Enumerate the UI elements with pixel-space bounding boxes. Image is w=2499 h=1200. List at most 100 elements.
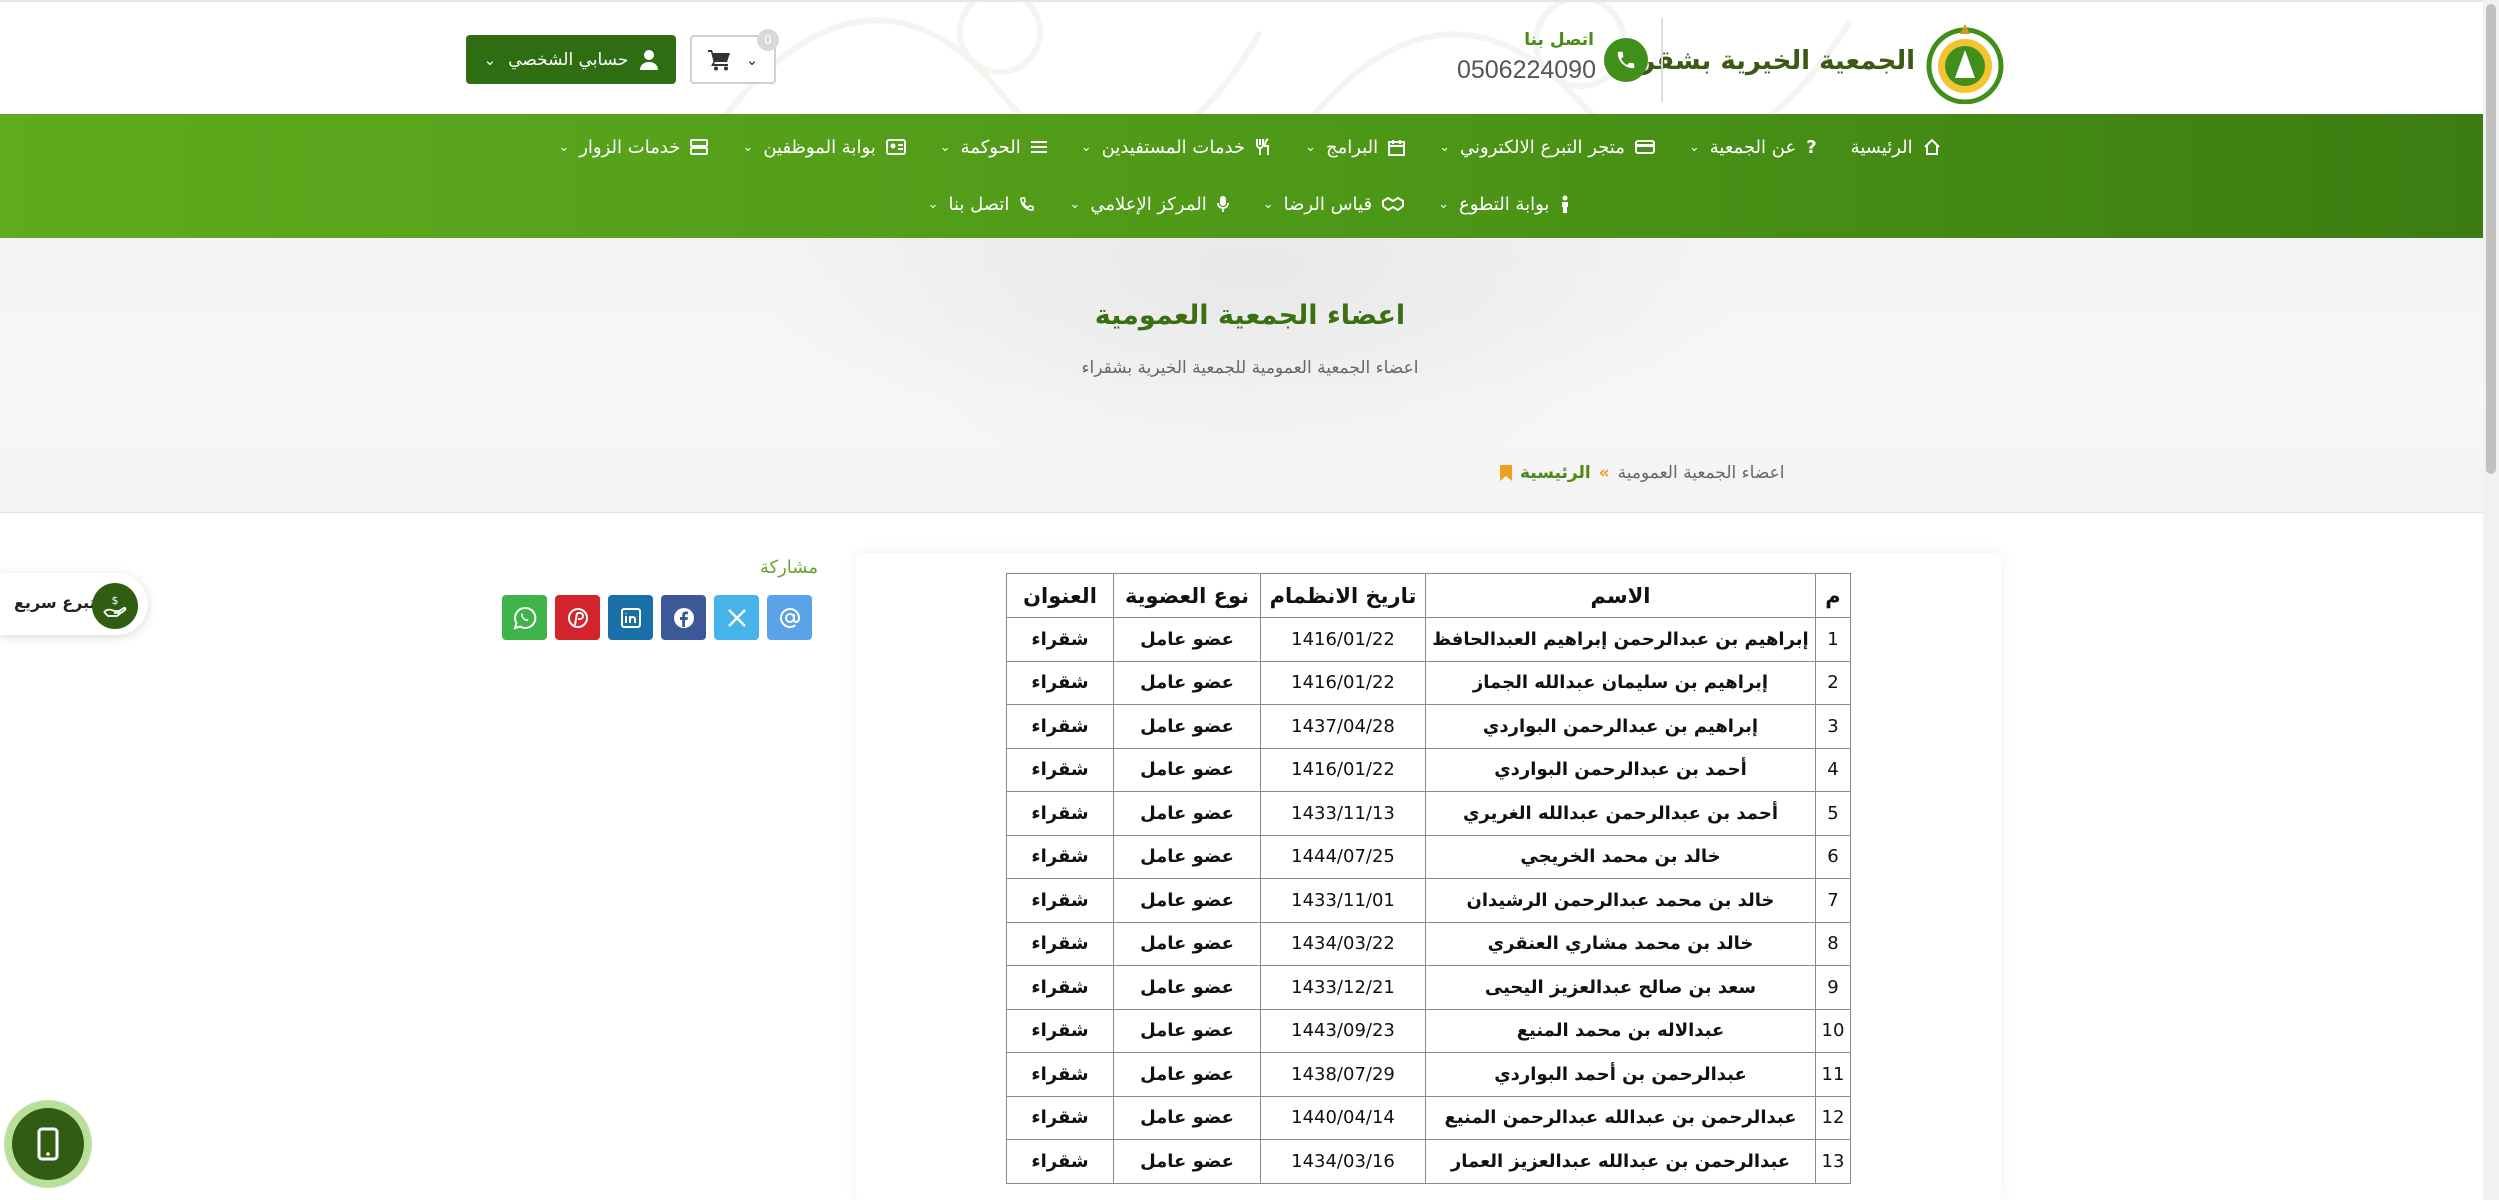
- my-account-button[interactable]: حسابي الشخصي ⌄: [466, 35, 676, 84]
- breadcrumb: الرئيسية » اعضاء الجمعية العمومية: [1500, 463, 2010, 483]
- table-row: 5 أحمد بن عبدالرحمن عبدالله الغريري 1433/1…: [1006, 791, 1851, 836]
- cell-number: 1: [1815, 617, 1851, 662]
- person-icon: [1562, 195, 1569, 213]
- nav-item-beneficiary-services[interactable]: خدمات المستفيدين ⌄: [1081, 137, 1271, 158]
- cart-count-badge: 0: [757, 29, 779, 51]
- nav-label: خدمات المستفيدين: [1101, 136, 1246, 158]
- nav-item-programs[interactable]: البرامج ⌄: [1305, 137, 1406, 158]
- cell-membership-type: عضو عامل: [1113, 747, 1261, 792]
- breadcrumb-home-link[interactable]: الرئيسية: [1520, 463, 1591, 483]
- members-table-body: 1 إبراهيم بن عبدالرحمن إبراهيم العبدالحاف…: [1006, 617, 1851, 1184]
- cell-member-name: إبراهيم بن سليمان عبدالله الجماز: [1425, 660, 1816, 705]
- email-icon[interactable]: [767, 595, 812, 640]
- cell-address: شقراء: [1006, 1095, 1114, 1140]
- contact-phone-number[interactable]: 0506224090: [1440, 56, 1596, 85]
- cell-join-date: 1443/09/23: [1260, 1008, 1426, 1053]
- cell-join-date: 1434/03/22: [1260, 921, 1426, 966]
- table-row: 11 عبدالرحمن بن أحمد البواردي 1438/07/29 عض…: [1006, 1052, 1851, 1097]
- breadcrumb-current: اعضاء الجمعية العمومية: [1617, 463, 1785, 483]
- cell-join-date: 1438/07/29: [1260, 1052, 1426, 1097]
- chevron-down-icon: ⌄: [1262, 196, 1274, 212]
- utensils-icon: [1256, 138, 1270, 155]
- nav-item-donation-store[interactable]: متجر التبرع الالكتروني ⌄: [1439, 137, 1655, 158]
- page-scrollbar[interactable]: [2483, 0, 2499, 1200]
- pinterest-icon[interactable]: [555, 595, 600, 640]
- nav-item-about[interactable]: ? عن الجمعية ⌄: [1689, 137, 1817, 158]
- column-header-number: م: [1815, 573, 1851, 618]
- cell-address: شقراء: [1006, 921, 1114, 966]
- facebook-icon[interactable]: [661, 595, 706, 640]
- header-divider: [1661, 18, 1663, 102]
- cell-number: 11: [1815, 1052, 1851, 1097]
- cell-number: 5: [1815, 791, 1851, 836]
- nav-item-media-center[interactable]: المركز الإعلامي ⌄: [1069, 193, 1229, 215]
- chevron-down-icon: ⌄: [1069, 196, 1081, 212]
- id-card-icon: [885, 139, 906, 155]
- table-row: 8 خالد بن محمد مشاري العنقري 1434/03/22 عضو…: [1006, 921, 1851, 966]
- nav-label: بوابة الموظفين: [763, 136, 876, 158]
- members-table: م الاسم تاريخ الانظمام نوع العضوية العنو…: [1006, 573, 1851, 1184]
- cell-address: شقراء: [1006, 617, 1114, 662]
- mobile-app-button[interactable]: [4, 1100, 92, 1188]
- cell-number: 8: [1815, 921, 1851, 966]
- nav-item-employee-portal[interactable]: بوابة الموظفين ⌄: [742, 136, 906, 158]
- linkedin-icon[interactable]: [608, 595, 653, 640]
- chevron-down-icon: ⌄: [1438, 196, 1449, 212]
- cell-membership-type: عضو عامل: [1113, 1095, 1261, 1140]
- chevron-down-icon: ⌄: [742, 139, 754, 155]
- nav-item-visitor-services[interactable]: خدمات الزوار ⌄: [558, 137, 709, 158]
- nav-label: المركز الإعلامي: [1090, 193, 1207, 215]
- cell-membership-type: عضو عامل: [1113, 965, 1261, 1010]
- cell-membership-type: عضو عامل: [1113, 878, 1261, 923]
- cell-address: شقراء: [1006, 1052, 1114, 1097]
- main-navigation: الرئيسية ? عن الجمعية ⌄ متجر التبرع الال…: [0, 114, 2499, 238]
- column-header-membership-type: نوع العضوية: [1113, 573, 1261, 618]
- nav-item-governance[interactable]: الحوكمة ⌄: [940, 137, 1047, 158]
- donate-hand-icon: $: [92, 583, 138, 629]
- table-row: 12 عبدالرحمن بن عبدالله عبدالرحمن المنيع 1…: [1006, 1095, 1851, 1140]
- credit-card-icon: [1634, 140, 1655, 154]
- chevron-down-icon: ⌄: [1439, 139, 1450, 155]
- phone-icon[interactable]: [1604, 38, 1648, 82]
- page-title: اعضاء الجمعية العمومية: [1094, 300, 1406, 331]
- nav-item-contact-us[interactable]: اتصل بنا ⌄: [928, 194, 1036, 215]
- cell-number: 2: [1815, 660, 1851, 705]
- column-header-join-date: تاريخ الانظمام: [1260, 573, 1426, 618]
- cell-member-name: خالد بن محمد الخريجي: [1425, 834, 1816, 879]
- nav-item-volunteer-portal[interactable]: بوابة التطوع ⌄: [1438, 194, 1571, 215]
- association-logo[interactable]: [1920, 20, 2010, 104]
- cell-membership-type: عضو عامل: [1113, 1052, 1261, 1097]
- cart-icon: [707, 49, 730, 70]
- organization-name[interactable]: الجمعية الخيرية بشقراء: [1618, 46, 1915, 76]
- cell-member-name: أحمد بن عبدالرحمن عبدالله الغريري: [1425, 791, 1816, 836]
- quick-donate-button[interactable]: تبرع سريع $: [0, 573, 148, 635]
- table-row: 1 إبراهيم بن عبدالرحمن إبراهيم العبدالحاف…: [1006, 617, 1851, 662]
- cell-address: شقراء: [1006, 878, 1114, 923]
- column-header-name: الاسم: [1425, 573, 1816, 618]
- x-twitter-icon[interactable]: [714, 595, 759, 640]
- nav-row-1: الرئيسية ? عن الجمعية ⌄ متجر التبرع الال…: [0, 118, 2499, 176]
- cell-number: 12: [1815, 1095, 1851, 1140]
- scrollbar-thumb[interactable]: [2486, 4, 2496, 474]
- cell-address: شقراء: [1006, 747, 1114, 792]
- breadcrumb-separator: »: [1598, 463, 1610, 483]
- cell-join-date: 1437/04/28: [1260, 704, 1426, 749]
- share-label: مشاركة: [759, 557, 818, 578]
- question-icon: ?: [1806, 136, 1817, 158]
- cell-member-name: سعد بن صالح عبدالعزيز اليحيى: [1425, 965, 1816, 1010]
- nav-item-satisfaction[interactable]: قياس الرضا ⌄: [1262, 194, 1405, 215]
- members-content-card: م الاسم تاريخ الانظمام نوع العضوية العنو…: [856, 553, 2001, 1200]
- nav-label: الرئيسية: [1850, 136, 1913, 158]
- cell-number: 6: [1815, 834, 1851, 879]
- table-row: 10 عبدالاله بن محمد المنيع 1443/09/23 عضو ع…: [1006, 1008, 1851, 1053]
- cell-join-date: 1416/01/22: [1260, 617, 1426, 662]
- cell-number: 4: [1815, 747, 1851, 792]
- cell-membership-type: عضو عامل: [1113, 617, 1261, 662]
- nav-item-home[interactable]: الرئيسية: [1851, 137, 1941, 158]
- site-header: الجمعية الخيرية بشقراء اتصل بنا 05062240…: [0, 0, 2499, 114]
- table-row: 13 عبدالرحمن بن عبدالله عبدالعزيز العمار 1…: [1006, 1139, 1851, 1184]
- whatsapp-icon[interactable]: [502, 595, 547, 640]
- svg-text:$: $: [112, 594, 119, 607]
- cell-membership-type: عضو عامل: [1113, 921, 1261, 966]
- table-row: 7 خالد بن محمد عبدالرحمن الرشيدان 1433/11/…: [1006, 878, 1851, 923]
